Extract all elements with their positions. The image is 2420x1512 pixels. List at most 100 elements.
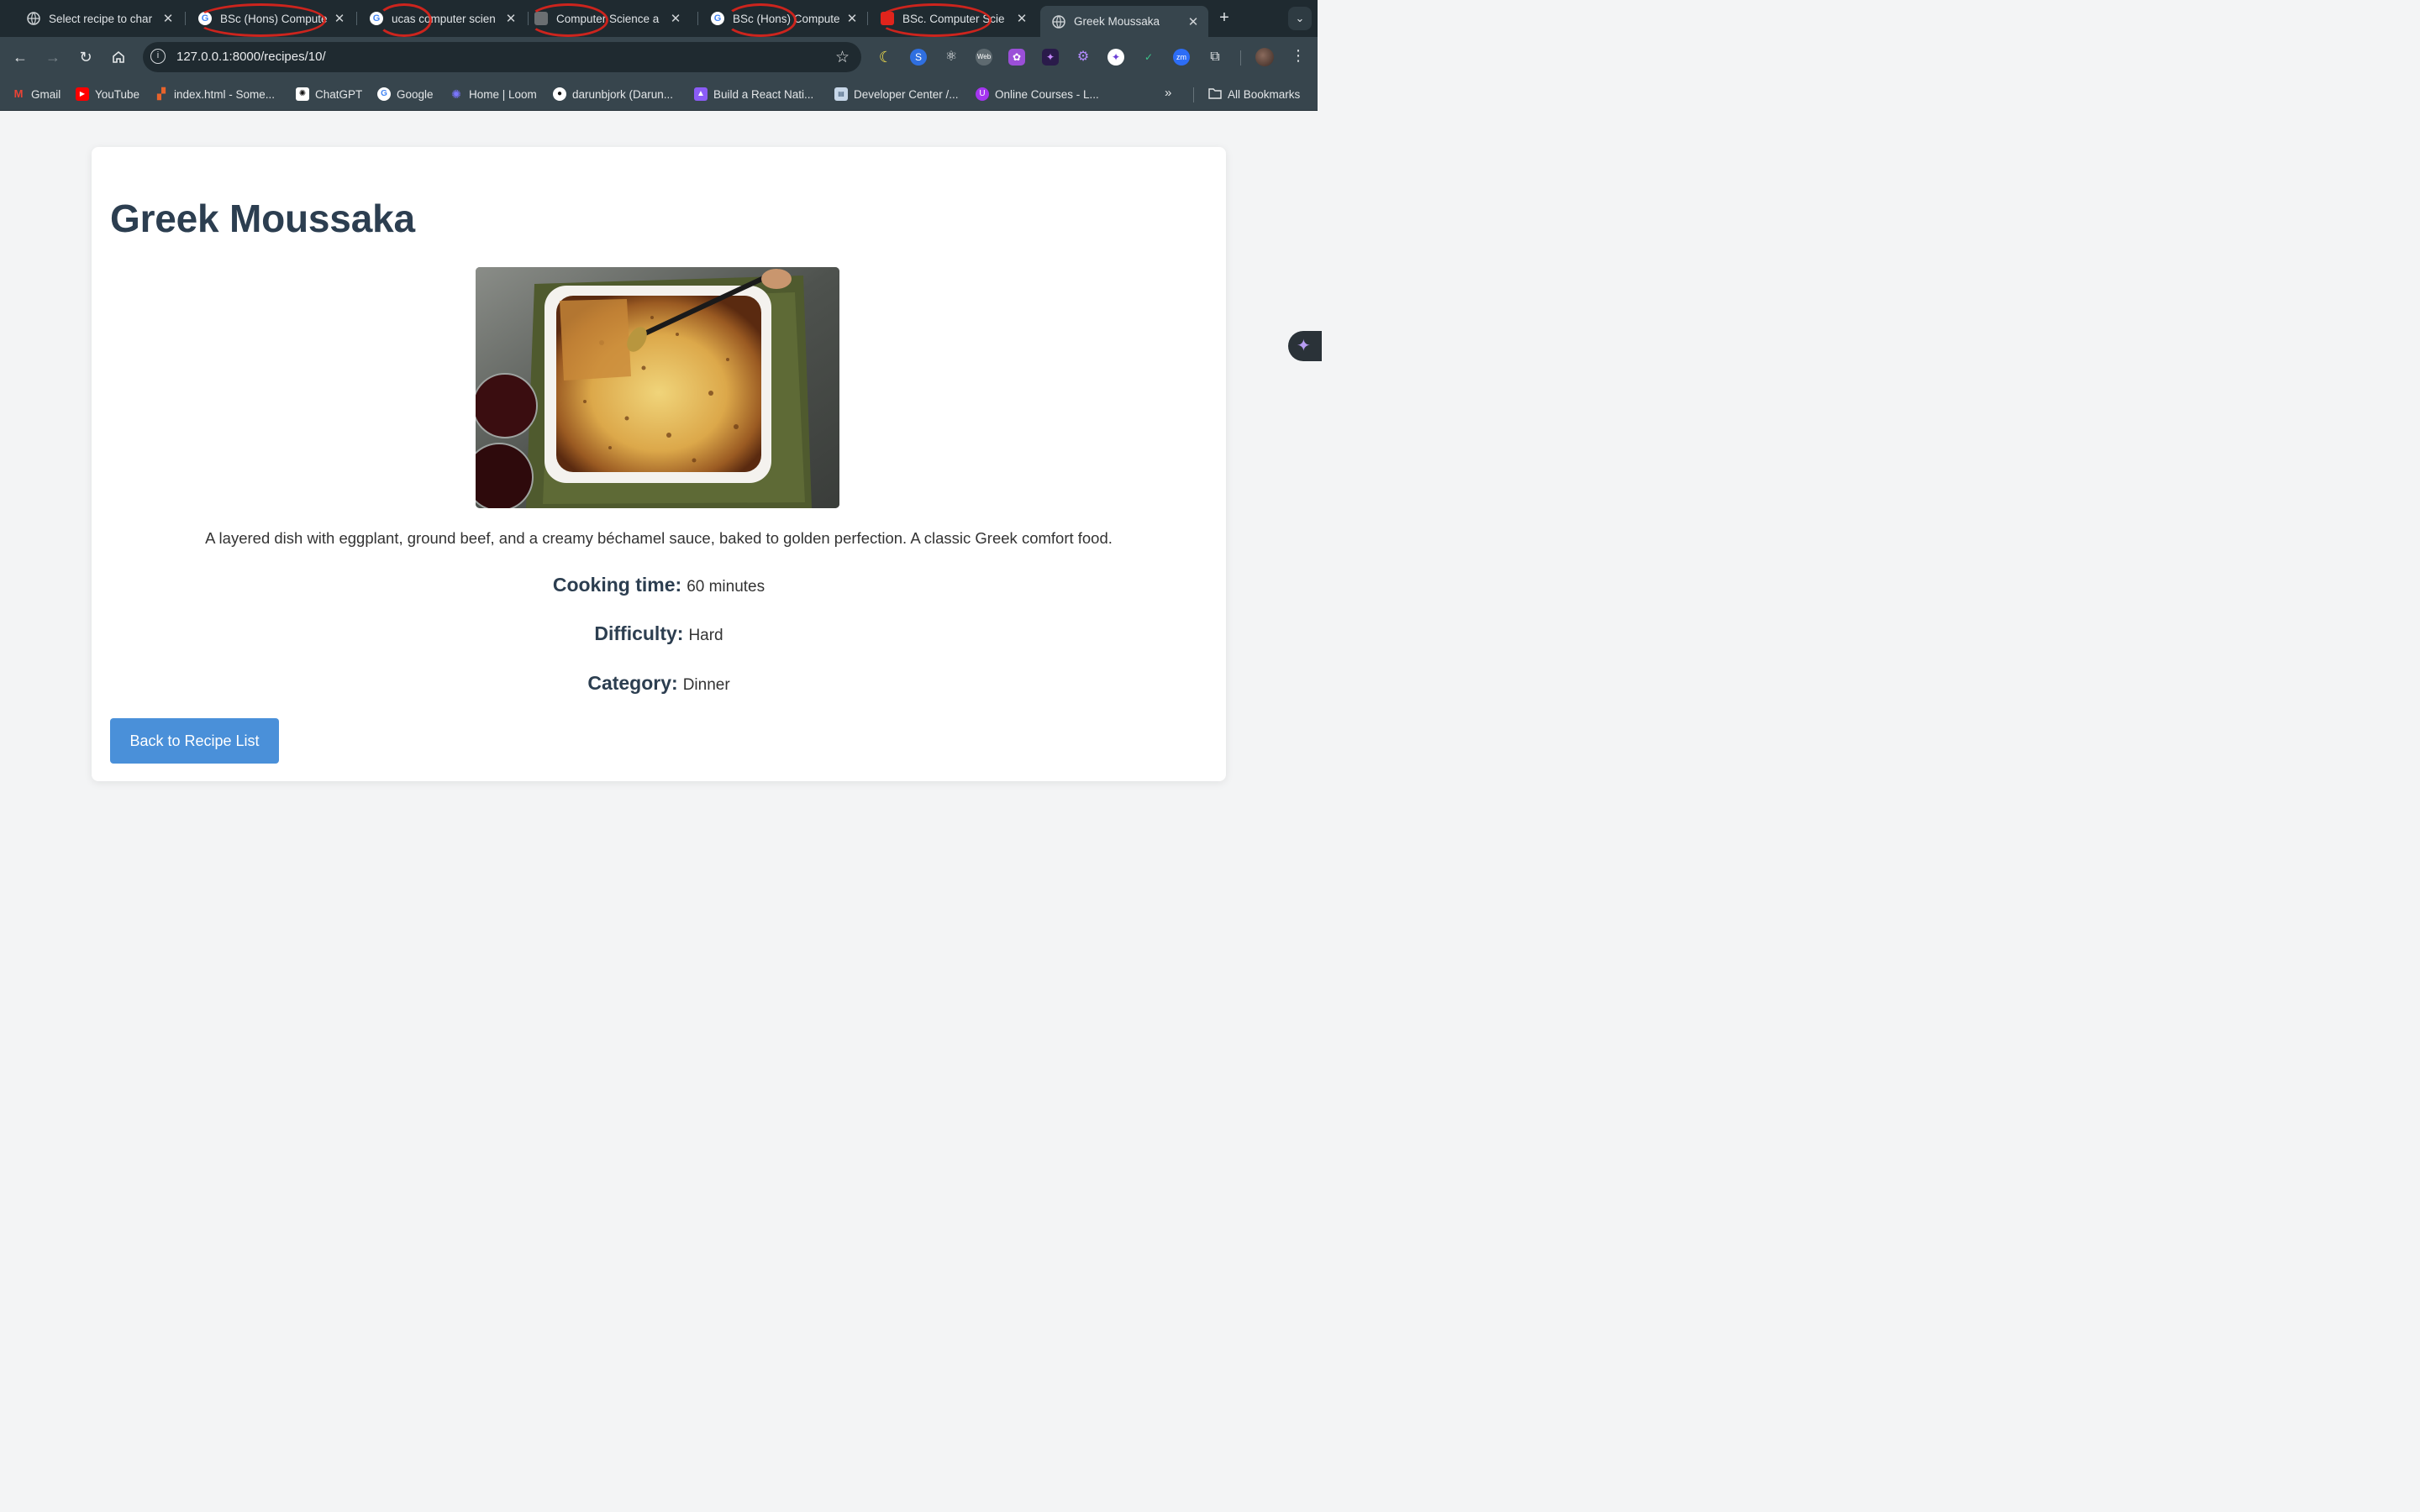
- redaction-scribble: [376, 3, 432, 37]
- ai-sparkle-side-button[interactable]: ✦: [1288, 331, 1322, 361]
- new-tab-button[interactable]: +: [1215, 8, 1234, 27]
- back-arrow-icon[interactable]: ←: [10, 47, 30, 67]
- zoom-extension-icon[interactable]: zm: [1173, 49, 1190, 66]
- reload-icon[interactable]: ↻: [76, 47, 96, 67]
- close-icon[interactable]: ✕: [1186, 14, 1200, 29]
- extension-s-icon[interactable]: S: [910, 49, 927, 66]
- redaction-scribble: [195, 3, 326, 37]
- bookmark-github[interactable]: ● darunbjork (Darun...: [553, 86, 673, 102]
- bookmarks-bar: M Gmail ▶ YouTube ▞ index.html - Some...…: [0, 77, 1318, 111]
- bookmark-label: Google: [397, 87, 434, 101]
- bookmark-loom[interactable]: ✺ Home | Loom: [450, 86, 537, 102]
- category-row: Category: Dinner: [92, 672, 1226, 695]
- bookmark-label: Developer Center /...: [854, 87, 959, 101]
- recipe-description: A layered dish with eggplant, ground bee…: [205, 529, 1113, 547]
- globe-icon: [27, 12, 40, 25]
- react-devtools-icon[interactable]: ⚛: [943, 49, 960, 66]
- close-icon[interactable]: ✕: [1015, 11, 1028, 26]
- bookmark-label: Gmail: [31, 87, 61, 101]
- bookmark-label: Online Courses - L...: [995, 87, 1099, 101]
- close-icon[interactable]: ✕: [669, 11, 682, 26]
- browser-toolbar: ← → ↻ i 127.0.0.1:8000/recipes/10/ ☆ ☾ S…: [0, 37, 1318, 77]
- recipe-image: [476, 267, 839, 508]
- tab-strip: Select recipe to char ✕ G BSc (Hons) Com…: [0, 0, 1318, 37]
- youtube-icon: ▶: [76, 87, 89, 101]
- home-icon[interactable]: [108, 47, 129, 67]
- forward-arrow-icon[interactable]: →: [43, 47, 63, 67]
- moussaka-photo: [476, 267, 839, 508]
- bookmark-online-courses[interactable]: U Online Courses - L...: [976, 86, 1099, 102]
- bookmark-label: index.html - Some...: [174, 87, 276, 101]
- bookmark-label: YouTube: [95, 87, 140, 101]
- google-icon: G: [377, 87, 391, 101]
- web-extension-icon[interactable]: Web: [976, 49, 992, 66]
- star-extension-icon[interactable]: ✦: [1107, 49, 1124, 66]
- bookmark-label: ChatGPT: [315, 87, 363, 101]
- bookmark-gmail[interactable]: M Gmail: [12, 86, 61, 102]
- site-info-icon[interactable]: i: [150, 49, 166, 64]
- bookmark-divider: [1193, 87, 1194, 102]
- address-bar[interactable]: i 127.0.0.1:8000/recipes/10/ ☆: [143, 42, 861, 72]
- tab-title: Select recipe to char: [49, 12, 153, 25]
- close-icon[interactable]: ✕: [333, 11, 346, 26]
- category-value: Dinner: [682, 676, 730, 694]
- recipe-card: Greek Moussaka A layered dish with eggpl…: [92, 147, 1226, 781]
- tab-title: Greek Moussaka: [1074, 15, 1160, 28]
- redaction-scribble: [528, 3, 608, 37]
- ai-extension-icon[interactable]: ✿: [1008, 49, 1025, 66]
- sparkle-extension-icon[interactable]: ✦: [1042, 49, 1059, 66]
- tab-divider: [867, 12, 868, 25]
- redaction-scribble: [724, 3, 797, 37]
- cooking-time-label: Cooking time:: [552, 574, 682, 596]
- dark-mode-moon-icon[interactable]: ☾: [877, 49, 894, 66]
- page-title: Greek Moussaka: [110, 197, 415, 240]
- url-text: 127.0.0.1:8000/recipes/10/: [176, 50, 326, 64]
- redaction-scribble: [877, 3, 992, 37]
- bookmark-google[interactable]: G Google: [377, 86, 434, 102]
- tab-divider: [356, 12, 357, 25]
- folder-icon: [1208, 87, 1222, 101]
- bookmark-index-html[interactable]: ▞ index.html - Some...: [155, 86, 275, 102]
- all-bookmarks-folder[interactable]: All Bookmarks: [1208, 86, 1300, 102]
- toolbar-divider: [1240, 50, 1241, 66]
- bookmark-label: All Bookmarks: [1228, 87, 1301, 101]
- bookmark-label: Home | Loom: [469, 87, 537, 101]
- more-menu-icon[interactable]: ⋮: [1291, 47, 1306, 65]
- codesandbox-icon: ▞: [157, 87, 166, 100]
- loom-icon: ✺: [451, 87, 461, 101]
- bookmark-star-icon[interactable]: ☆: [835, 48, 850, 67]
- bookmark-developer-center[interactable]: ▤ Developer Center /...: [834, 86, 959, 102]
- bookmark-react-native[interactable]: ▲ Build a React Nati...: [694, 86, 813, 102]
- close-icon[interactable]: ✕: [161, 11, 175, 26]
- difficulty-row: Difficulty: Hard: [92, 622, 1226, 645]
- back-to-recipe-list-button[interactable]: Back to Recipe List: [110, 718, 279, 764]
- difficulty-label: Difficulty:: [594, 622, 684, 644]
- tab-divider: [185, 12, 186, 25]
- more-bookmarks-chevron-icon[interactable]: »: [1165, 86, 1171, 100]
- github-icon: ●: [553, 87, 566, 101]
- globe-icon: [1052, 14, 1065, 29]
- gmail-icon: M: [13, 87, 24, 100]
- check-extension-icon[interactable]: ✓: [1140, 49, 1157, 66]
- rocket-icon: ▲: [694, 87, 708, 101]
- tab-greek-moussaka[interactable]: Greek Moussaka ✕: [1040, 6, 1208, 37]
- bookmark-label: darunbjork (Darun...: [572, 87, 674, 101]
- tab-search-button[interactable]: ⌄: [1288, 7, 1312, 30]
- close-icon[interactable]: ✕: [845, 11, 859, 26]
- difficulty-value: Hard: [688, 627, 723, 644]
- cooking-time-row: Cooking time: 60 minutes: [92, 574, 1226, 596]
- gear-extension-icon[interactable]: ⚙: [1075, 49, 1092, 66]
- bookmark-youtube[interactable]: ▶ YouTube: [76, 86, 139, 102]
- devcenter-icon: ▤: [834, 87, 848, 101]
- bookmark-chatgpt[interactable]: ✺ ChatGPT: [296, 86, 362, 102]
- bookmark-label: Build a React Nati...: [713, 87, 814, 101]
- tab-select-recipe[interactable]: Select recipe to char ✕: [15, 6, 183, 31]
- extensions-puzzle-icon[interactable]: ⧉: [1207, 49, 1223, 66]
- cooking-time-value: 60 minutes: [687, 578, 765, 596]
- tab-divider: [697, 12, 698, 25]
- category-label: Category:: [587, 672, 678, 694]
- google-icon: G: [711, 12, 724, 25]
- close-icon[interactable]: ✕: [504, 11, 518, 26]
- profile-avatar[interactable]: [1255, 48, 1274, 66]
- udemy-icon: U: [976, 87, 989, 101]
